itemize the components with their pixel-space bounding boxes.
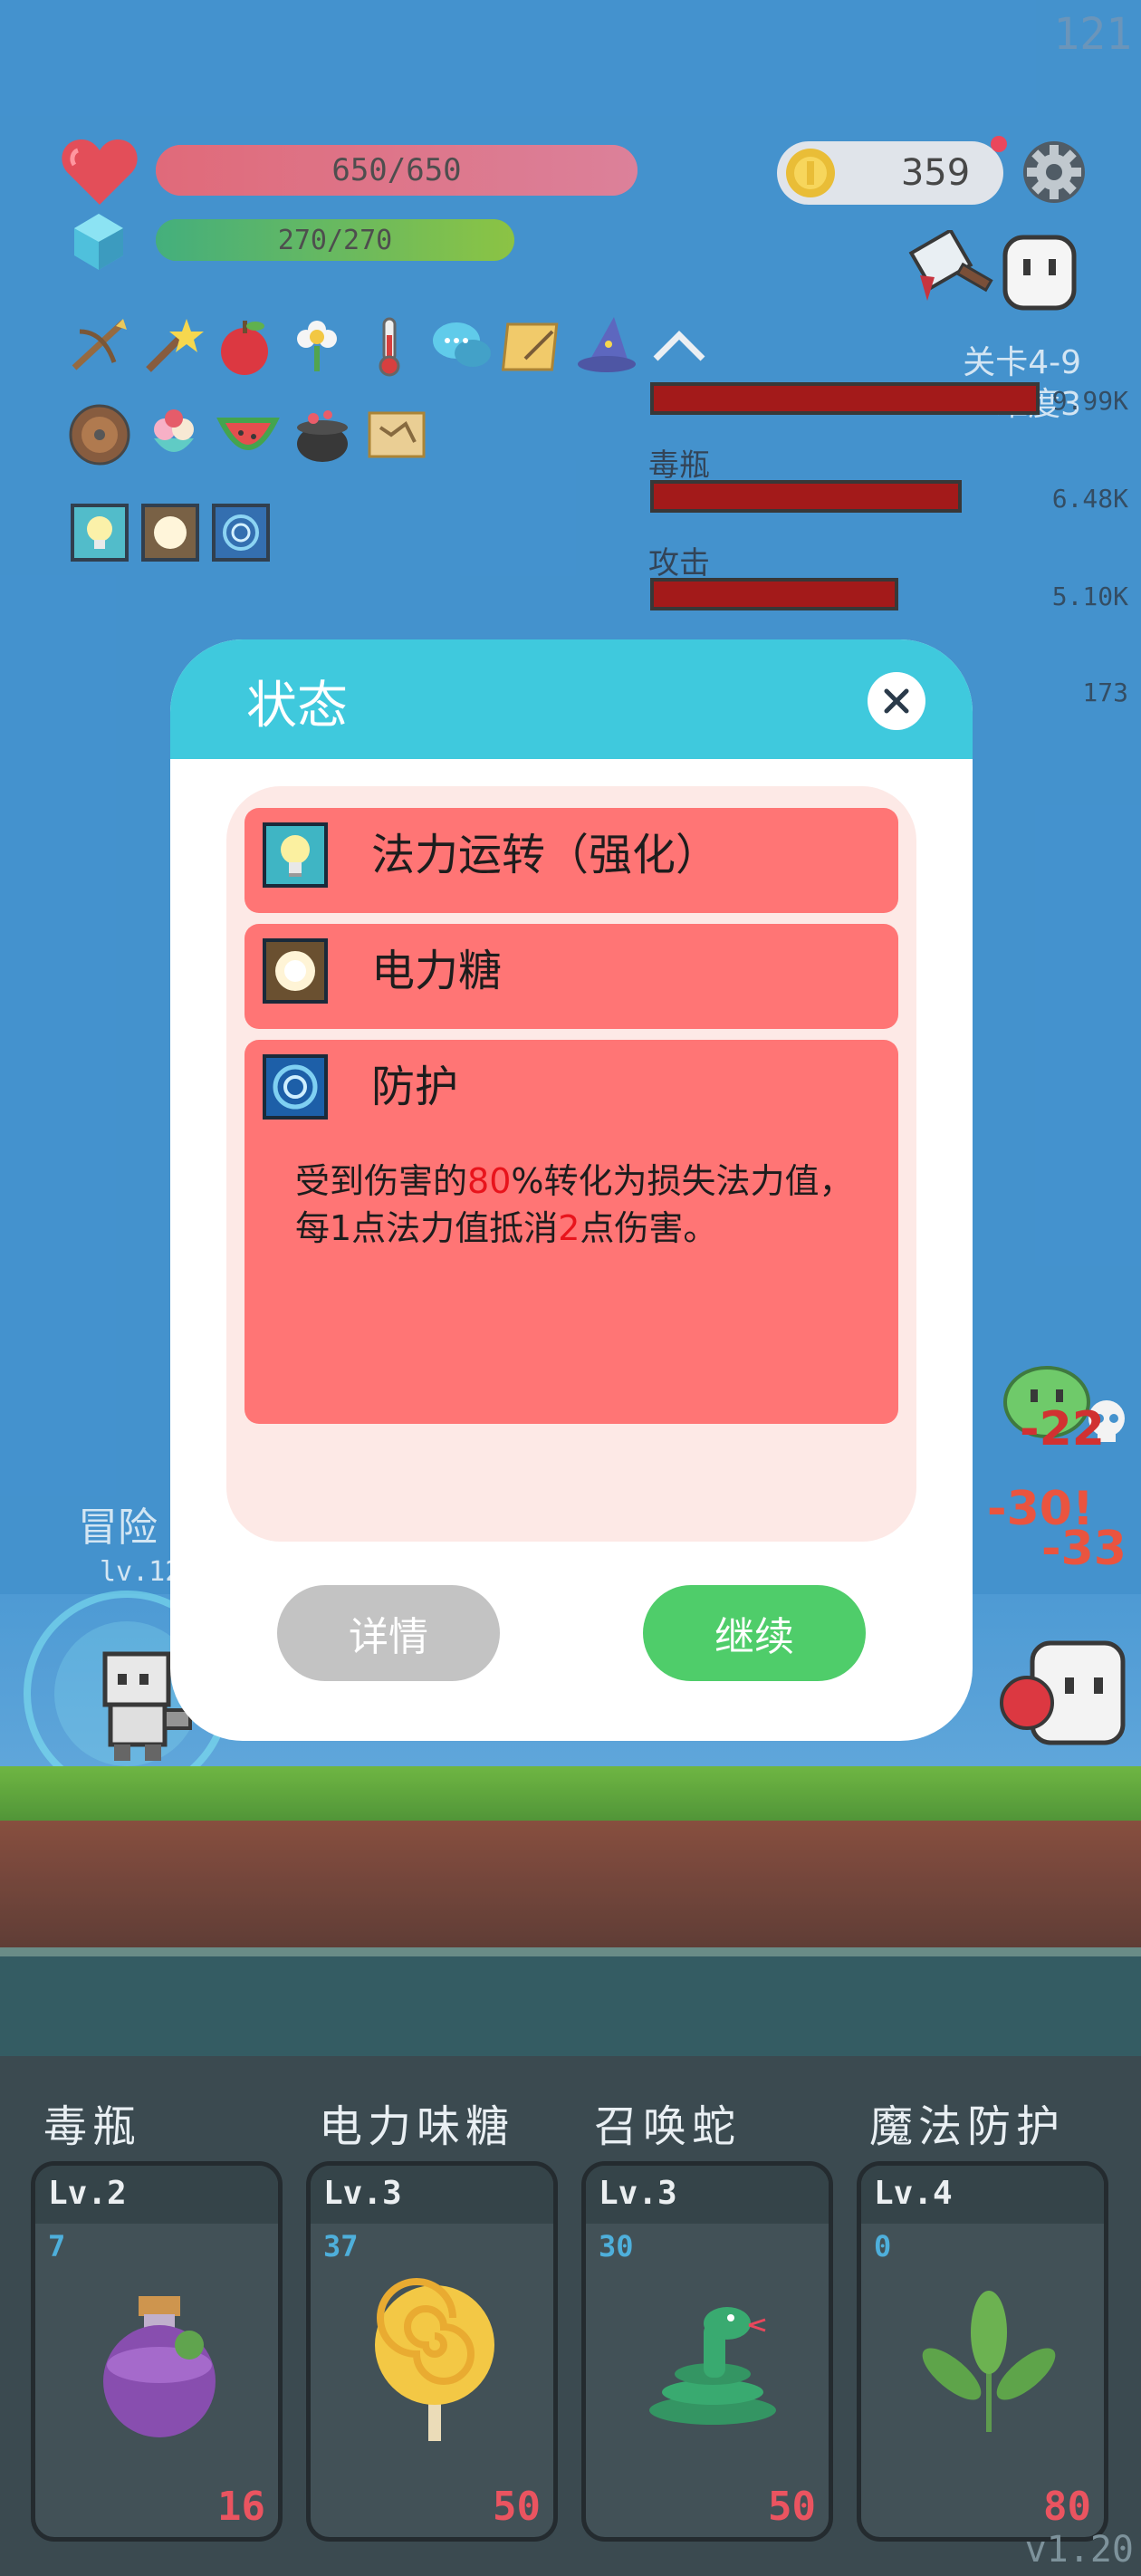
status-name: 法力运转（强化） xyxy=(371,830,720,880)
status-item-electric-candy[interactable]: 电力糖 xyxy=(244,924,898,1029)
modal-header: 状态 xyxy=(170,639,973,759)
status-item-protection[interactable]: 防护 受到伤害的80%转化为损失法力值，每1点法力值抵消2点伤害。 xyxy=(244,1040,898,1424)
status-list: 法力运转（强化） 电力糖 防护 受到伤害的80%转化为损失法力值，每1点法力值抵… xyxy=(226,786,916,1542)
status-name: 防护 xyxy=(371,1062,459,1112)
vortex-shield-icon xyxy=(263,1054,328,1120)
details-button[interactable]: 详情 xyxy=(277,1585,500,1681)
modal-title: 状态 xyxy=(246,677,348,735)
lightbulb-icon xyxy=(263,822,328,888)
status-item-mana-flow[interactable]: 法力运转（强化） xyxy=(244,808,898,913)
continue-button[interactable]: 继续 xyxy=(643,1585,866,1681)
status-description: 受到伤害的80%转化为损失法力值，每1点法力值抵消2点伤害。 xyxy=(295,1161,854,1248)
close-icon xyxy=(884,688,909,714)
status-name: 电力糖 xyxy=(371,946,503,996)
status-modal: 状态 法力运转（强化） 电力糖 防护 受到伤害的80%转化为损失法力值，每1点法… xyxy=(170,639,973,1741)
close-button[interactable] xyxy=(868,672,925,730)
electric-candy-icon xyxy=(263,938,328,1004)
